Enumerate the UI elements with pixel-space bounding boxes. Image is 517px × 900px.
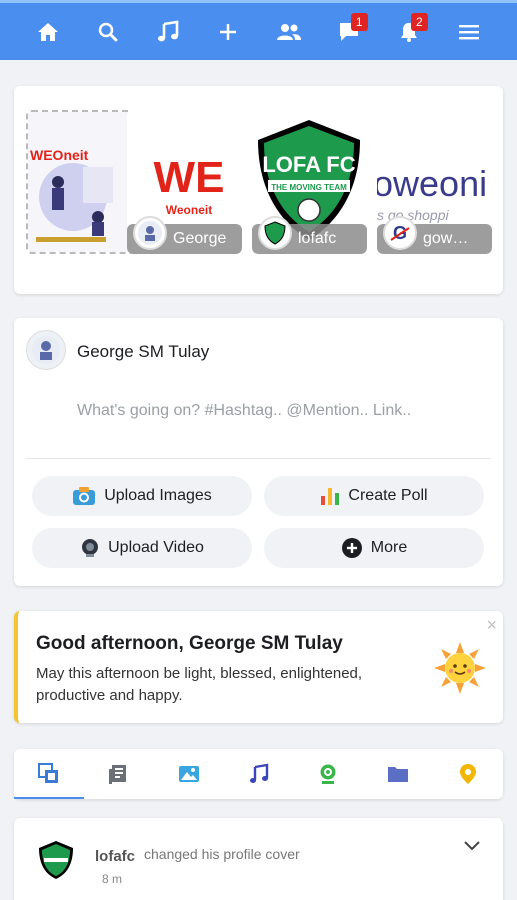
composer-user-name: George SM Tulay xyxy=(77,342,210,361)
tab-text-posts[interactable] xyxy=(84,749,154,799)
user-avatar-icon xyxy=(138,221,162,245)
activity-timestamp: 8 m xyxy=(102,872,123,886)
story-item[interactable]: WE Weoneit George xyxy=(127,110,242,254)
story-brand-text: oweoni xyxy=(377,163,487,204)
music-icon xyxy=(249,763,268,783)
lofafc-avatar-icon xyxy=(264,221,286,245)
avatar xyxy=(133,216,167,250)
create-poll-button[interactable]: Create Poll xyxy=(264,476,484,516)
avatar[interactable] xyxy=(36,838,76,882)
music-icon xyxy=(158,19,179,41)
post-composer: George SM Tulay What's going on? #Hashta… xyxy=(14,318,503,586)
tab-files[interactable] xyxy=(363,749,433,799)
tab-all-posts[interactable] xyxy=(14,749,84,799)
nav-create[interactable] xyxy=(208,12,248,52)
nav-home[interactable] xyxy=(28,12,68,52)
search-icon xyxy=(98,22,118,41)
nav-messages[interactable]: 1 xyxy=(329,12,369,52)
story-brand-sub: THE MOVING TEAM xyxy=(271,183,347,192)
story-brand-text: WE xyxy=(154,153,225,202)
gow-avatar-icon: G xyxy=(390,223,410,243)
lofafc-avatar-icon xyxy=(39,841,73,879)
feed-filter-tabs xyxy=(14,749,503,799)
nav-notifications[interactable]: 2 xyxy=(389,12,429,52)
avatar xyxy=(26,330,66,370)
video-icon xyxy=(320,764,336,784)
home-icon xyxy=(38,22,59,41)
chevron-down-icon[interactable] xyxy=(463,840,481,852)
more-button[interactable]: More xyxy=(264,528,484,568)
avatar xyxy=(258,216,292,250)
friends-icon xyxy=(276,23,301,40)
greeting-card: Good afternoon, George SM Tulay May this… xyxy=(14,611,503,723)
story-item[interactable]: LOFA FC THE MOVING TEAM lofafc xyxy=(252,110,367,254)
all-posts-icon xyxy=(37,763,58,783)
divider xyxy=(26,458,491,459)
camera-icon xyxy=(73,487,96,505)
activity-post: lofafc changed his profile cover 8 m xyxy=(14,818,503,900)
tab-video[interactable] xyxy=(293,749,363,799)
text-posts-icon xyxy=(108,765,126,784)
top-navigation-bar: 1 2 xyxy=(0,0,517,60)
activity-user-name[interactable]: lofafc xyxy=(95,848,135,865)
tab-photos[interactable] xyxy=(154,749,224,799)
plus-icon xyxy=(220,23,237,40)
greeting-message: May this afternoon be light, blessed, en… xyxy=(36,665,363,704)
more-label: More xyxy=(370,539,408,556)
activity-action-text: changed his profile cover xyxy=(144,846,300,862)
greeting-close-button[interactable]: × xyxy=(486,615,497,636)
location-icon xyxy=(460,764,477,784)
upload-images-label: Upload Images xyxy=(104,487,212,504)
photos-icon xyxy=(178,766,199,782)
create-poll-label: Create Poll xyxy=(348,487,428,504)
tab-location[interactable] xyxy=(433,749,503,799)
upload-images-button[interactable]: Upload Images xyxy=(32,476,252,516)
nav-music[interactable] xyxy=(148,12,188,52)
user-avatar-icon xyxy=(32,336,60,364)
nav-search[interactable] xyxy=(88,12,128,52)
story-brand-text: WEOneit xyxy=(30,147,89,163)
webcam-icon xyxy=(82,539,99,557)
tab-music[interactable] xyxy=(224,749,294,799)
nav-menu[interactable] xyxy=(449,12,489,52)
greeting-title: Good afternoon, George SM Tulay xyxy=(36,633,343,654)
plus-circle-icon xyxy=(341,538,362,558)
upload-video-button[interactable]: Upload Video xyxy=(32,528,252,568)
composer-text-input[interactable]: What's going on? #Hashtag.. @Mention.. L… xyxy=(77,402,411,420)
files-icon xyxy=(388,767,409,782)
avatar: G xyxy=(383,216,417,250)
story-brand-sub: Weoneit xyxy=(166,203,212,217)
story-item[interactable]: WEOneit xyxy=(26,110,141,254)
story-thumbnail: WEOneit xyxy=(28,112,139,252)
story-item[interactable]: oweoni s go shoppi gow… G xyxy=(377,110,492,254)
story-brand-text: LOFA FC xyxy=(262,152,355,177)
notifications-badge: 2 xyxy=(410,12,428,31)
menu-icon xyxy=(458,24,479,39)
nav-friends[interactable] xyxy=(269,12,309,52)
stories-carousel: WEOneit WE Weoneit George LOFA FC THE MO… xyxy=(14,86,503,294)
sun-icon xyxy=(434,642,486,694)
messages-badge: 1 xyxy=(350,12,368,31)
upload-video-label: Upload Video xyxy=(108,539,204,556)
poll-chart-icon xyxy=(321,488,340,505)
